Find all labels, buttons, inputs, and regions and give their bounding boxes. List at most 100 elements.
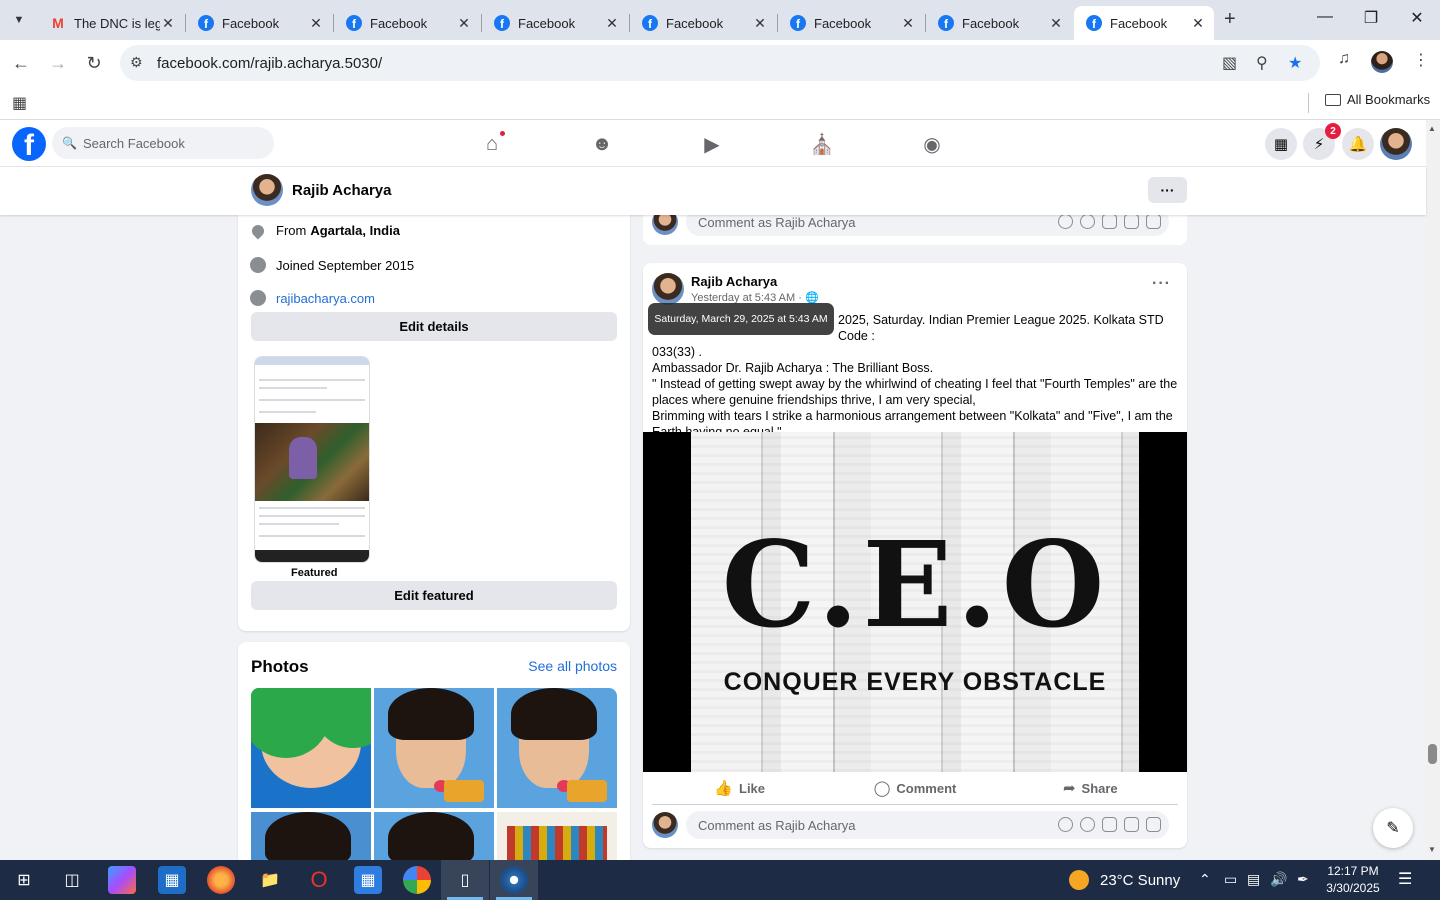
close-tab-icon[interactable]: ✕ bbox=[1190, 15, 1206, 32]
scroll-down-arrow[interactable]: ▼ bbox=[1428, 845, 1436, 854]
avatar-sticker-icon[interactable] bbox=[1058, 215, 1073, 229]
device-icon[interactable]: ▭ bbox=[1224, 871, 1237, 888]
close-tab-icon[interactable]: ✕ bbox=[308, 15, 324, 32]
browser-tab[interactable]: f Facebook ✕ bbox=[482, 6, 628, 40]
weather-text[interactable]: 23°C Sunny bbox=[1100, 872, 1180, 889]
video-icon[interactable]: ▶ bbox=[692, 130, 732, 158]
firefox-icon[interactable] bbox=[207, 866, 235, 894]
network-icon[interactable]: ▤ bbox=[1247, 871, 1260, 888]
close-tab-icon[interactable]: ✕ bbox=[604, 15, 620, 32]
profile-name[interactable]: Rajib Acharya bbox=[292, 182, 392, 199]
photo-thumbnail[interactable] bbox=[374, 688, 494, 808]
close-tab-icon[interactable]: ✕ bbox=[160, 15, 176, 32]
volume-icon[interactable]: 🔊 bbox=[1270, 871, 1287, 888]
browser-tab[interactable]: f Facebook ✕ bbox=[334, 6, 480, 40]
menu-kebab-icon[interactable]: ⋮ bbox=[1413, 50, 1429, 70]
gif-icon[interactable] bbox=[1124, 817, 1139, 832]
post-image[interactable]: C.E.O CONQUER EVERY OBSTACLE bbox=[643, 432, 1187, 772]
restore-button[interactable]: ❐ bbox=[1348, 8, 1394, 28]
photo-thumbnail[interactable] bbox=[374, 812, 494, 860]
home-icon[interactable]: ⌂ bbox=[472, 130, 512, 158]
sticker-icon[interactable] bbox=[1146, 215, 1161, 229]
gaming-icon[interactable]: ◉ bbox=[912, 130, 952, 158]
menu-grid-icon[interactable]: ▦ bbox=[1265, 128, 1297, 160]
install-app-icon[interactable]: ▧ bbox=[1222, 53, 1237, 73]
close-tab-icon[interactable]: ✕ bbox=[1048, 15, 1064, 32]
post-author-avatar[interactable] bbox=[652, 273, 684, 305]
search-input[interactable] bbox=[82, 135, 253, 151]
marketplace-icon[interactable]: ⛪ bbox=[802, 130, 842, 158]
new-message-button[interactable]: ✎ bbox=[1373, 808, 1413, 848]
tab-search-button[interactable]: ▼ bbox=[6, 7, 32, 33]
photo-thumbnail[interactable] bbox=[497, 688, 617, 808]
like-button[interactable]: 👍 Like bbox=[652, 772, 827, 804]
system-clock[interactable]: 12:17 PM 3/30/2025 bbox=[1318, 863, 1388, 897]
close-tab-icon[interactable]: ✕ bbox=[456, 15, 472, 32]
task-view-icon[interactable]: ◫ bbox=[58, 866, 86, 894]
windows-start-icon[interactable]: ⊞ bbox=[10, 866, 38, 894]
forward-button[interactable]: → bbox=[45, 50, 71, 76]
account-avatar[interactable] bbox=[1380, 128, 1412, 160]
pen-icon[interactable]: ✒ bbox=[1297, 871, 1309, 888]
photo-thumbnail[interactable] bbox=[497, 812, 617, 860]
profile-avatar[interactable] bbox=[251, 174, 283, 206]
chevron-up-icon[interactable]: ⌃ bbox=[1199, 871, 1211, 888]
apps-grid-icon[interactable]: ▦ bbox=[12, 93, 27, 113]
camera-icon[interactable] bbox=[1102, 215, 1117, 229]
all-bookmarks-button[interactable]: All Bookmarks bbox=[1325, 92, 1430, 107]
featured-thumbnail[interactable] bbox=[254, 356, 370, 563]
camera-icon[interactable] bbox=[1102, 817, 1117, 832]
facebook-logo[interactable]: f bbox=[12, 127, 46, 161]
browser-tab[interactable]: f Facebook ✕ bbox=[630, 6, 776, 40]
photo-thumbnail[interactable] bbox=[251, 812, 371, 860]
opera-icon[interactable]: O bbox=[305, 866, 333, 894]
notification-center-icon[interactable]: ☰ bbox=[1398, 869, 1412, 889]
emoji-icon[interactable] bbox=[1080, 817, 1095, 832]
close-window-button[interactable]: ✕ bbox=[1394, 8, 1440, 28]
media-controls-icon[interactable]: ♫ bbox=[1338, 50, 1350, 68]
avatar-sticker-icon[interactable] bbox=[1058, 817, 1073, 832]
friends-icon[interactable]: ☻ bbox=[582, 130, 622, 158]
post-options-icon[interactable]: ··· bbox=[1152, 275, 1171, 293]
minimize-button[interactable]: — bbox=[1302, 8, 1348, 26]
zoom-icon[interactable]: ⚲ bbox=[1256, 53, 1268, 73]
weather-sun-icon[interactable] bbox=[1069, 870, 1089, 890]
url-text[interactable]: facebook.com/rajib.acharya.5030/ bbox=[157, 55, 382, 72]
see-all-photos-link[interactable]: See all photos bbox=[528, 658, 617, 674]
site-info-icon[interactable]: ⚙ bbox=[130, 54, 143, 71]
profile-more-button[interactable]: ··· bbox=[1148, 177, 1187, 203]
emoji-icon[interactable] bbox=[1080, 215, 1095, 229]
close-tab-icon[interactable]: ✕ bbox=[752, 15, 768, 32]
address-bar[interactable]: ⚙ facebook.com/rajib.acharya.5030/ ▧ ⚲ ★ bbox=[120, 45, 1320, 81]
post-author[interactable]: Rajib Acharya bbox=[691, 274, 777, 289]
bookmark-star-icon[interactable]: ★ bbox=[1288, 53, 1302, 73]
chrome-icon[interactable] bbox=[403, 866, 431, 894]
photo-thumbnail[interactable] bbox=[251, 688, 371, 808]
notifications-bell-icon[interactable]: 🔔 bbox=[1342, 128, 1374, 160]
share-button[interactable]: ➦ Share bbox=[1003, 772, 1178, 804]
browser-tab[interactable]: f Facebook ✕ bbox=[778, 6, 924, 40]
copilot-icon[interactable] bbox=[108, 866, 136, 894]
scrollbar-thumb[interactable] bbox=[1428, 744, 1437, 764]
comment-input[interactable]: Comment as Rajib Acharya bbox=[686, 215, 1169, 236]
sticker-icon[interactable] bbox=[1146, 817, 1161, 832]
scroll-up-arrow[interactable]: ▲ bbox=[1428, 124, 1436, 133]
file-explorer-icon[interactable]: 📁 bbox=[256, 866, 284, 894]
app-icon[interactable]: ▦ bbox=[158, 866, 186, 894]
from-value[interactable]: Agartala, India bbox=[310, 223, 400, 238]
new-tab-button[interactable]: + bbox=[1224, 8, 1236, 31]
close-tab-icon[interactable]: ✕ bbox=[900, 15, 916, 32]
back-button[interactable]: ← bbox=[8, 50, 34, 76]
comment-button[interactable]: ◯ Comment bbox=[827, 772, 1002, 804]
browser-tab[interactable]: f Facebook ✕ bbox=[926, 6, 1072, 40]
edit-details-button[interactable]: Edit details bbox=[251, 312, 617, 341]
microsoft-store-icon[interactable]: ▦ bbox=[354, 866, 382, 894]
browser-tab[interactable]: M The DNC is leg ✕ bbox=[38, 6, 184, 40]
comment-input[interactable]: Comment as Rajib Acharya bbox=[686, 811, 1169, 839]
profile-avatar[interactable] bbox=[1371, 51, 1393, 73]
browser-tab-active[interactable]: f Facebook ✕ bbox=[1074, 6, 1214, 40]
notepad-icon[interactable]: ▯ bbox=[451, 866, 479, 894]
facebook-search[interactable]: 🔍 bbox=[52, 127, 274, 159]
photo-app-icon[interactable] bbox=[500, 866, 528, 894]
reload-button[interactable]: ↻ bbox=[81, 50, 107, 76]
